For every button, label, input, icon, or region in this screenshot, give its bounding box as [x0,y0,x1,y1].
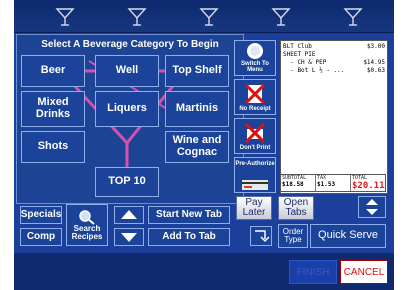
arrow-up-icon [121,210,137,219]
mixed-drinks-button[interactable]: Mixed Drinks [21,91,85,127]
martini-glass-icon [199,8,219,26]
wine-and-cognac-button[interactable]: Wine and Cognac [165,131,229,163]
subtotal-cell: SUBTOTAL $18.58 [281,175,316,191]
no-receipt-label: No Receipt [239,106,271,112]
dont-print-button[interactable]: Don't Print [234,118,276,154]
magnifier-icon [79,209,95,225]
total-cell: TOTAL $20.11 [352,175,385,191]
receipt-scroll-button[interactable] [358,196,386,218]
cancel-button[interactable]: CANCEL [340,260,388,284]
total-value: $20.11 [352,181,385,191]
comp-button[interactable]: Comp [20,228,62,246]
specials-button[interactable]: Specials [20,206,62,224]
well-button[interactable]: Well [95,55,159,87]
receipt-line[interactable]: - Bot L ½ - ... $0.63 [283,67,385,74]
tax-cell: TAX $1.53 [316,175,351,191]
beverage-category-panel: Select A Beverage Category To Begin Beer… [16,34,244,204]
pre-authorize-label: Pre-Authorize [235,161,275,167]
no-receipt-button[interactable]: No Receipt [234,79,276,115]
transfer-icon [255,230,270,243]
arrow-down-icon [121,233,137,242]
beer-button[interactable]: Beer [21,55,85,87]
top-shelf-button[interactable]: Top Shelf [165,55,229,87]
receipt-panel: BLT Club $3.00 SHEET PIE - CH & PEP $14.95… [280,40,388,194]
credit-card-icon [242,180,268,190]
martinis-button[interactable]: Martinis [165,91,229,127]
scroll-up-button[interactable] [114,206,144,224]
pos-screen: Select A Beverage Category To Begin Beer… [14,0,394,290]
pre-authorize-button[interactable]: Pre-Authorize [234,157,276,193]
receipt-line[interactable]: SHEET PIE [283,51,385,58]
pay-later-button[interactable]: Pay Later [236,196,272,220]
panel-title: Select A Beverage Category To Begin [41,39,219,50]
tax-value: $1.53 [317,181,336,188]
receipt-line[interactable]: - CH & PEP $14.95 [283,59,385,66]
order-type-button[interactable]: Order Type [278,224,308,248]
add-to-tab-button[interactable]: Add To Tab [148,228,230,246]
start-new-tab-button[interactable]: Start New Tab [148,206,230,224]
quick-serve-button[interactable]: Quick Serve [310,224,386,248]
open-tabs-button[interactable]: Open Tabs [278,196,314,220]
receipt-line[interactable]: BLT Club $3.00 [283,43,385,50]
switch-to-menu-button[interactable]: Switch To Menu [234,40,276,76]
up-down-arrows-icon [366,199,378,215]
martini-glass-icon [271,8,291,26]
switch-to-menu-label: Switch To Menu [241,61,269,73]
footer-bar [14,253,394,290]
plate-icon [247,43,263,59]
martini-glass-icon [343,8,363,26]
header-bar [14,0,394,33]
martini-glass-icon [127,8,147,26]
top10-button[interactable]: TOP 10 [95,167,159,197]
receipt-totals: SUBTOTAL $18.58 TAX $1.53 TOTAL $20.11 [280,174,386,192]
scroll-down-button[interactable] [114,228,144,246]
dont-print-label: Don't Print [239,145,271,151]
liquers-button[interactable]: Liquers [95,91,159,127]
martini-glass-icon [55,8,75,26]
shots-button[interactable]: Shots [21,131,85,163]
subtotal-value: $18.58 [282,181,304,188]
transfer-button[interactable] [250,226,272,246]
no-print-icon [244,122,266,144]
search-recipes-label: Search Recipes [71,223,103,241]
search-recipes-button[interactable]: Search Recipes [66,204,108,246]
finish-button[interactable]: FINISH [289,260,337,284]
no-receipt-icon [244,83,266,105]
